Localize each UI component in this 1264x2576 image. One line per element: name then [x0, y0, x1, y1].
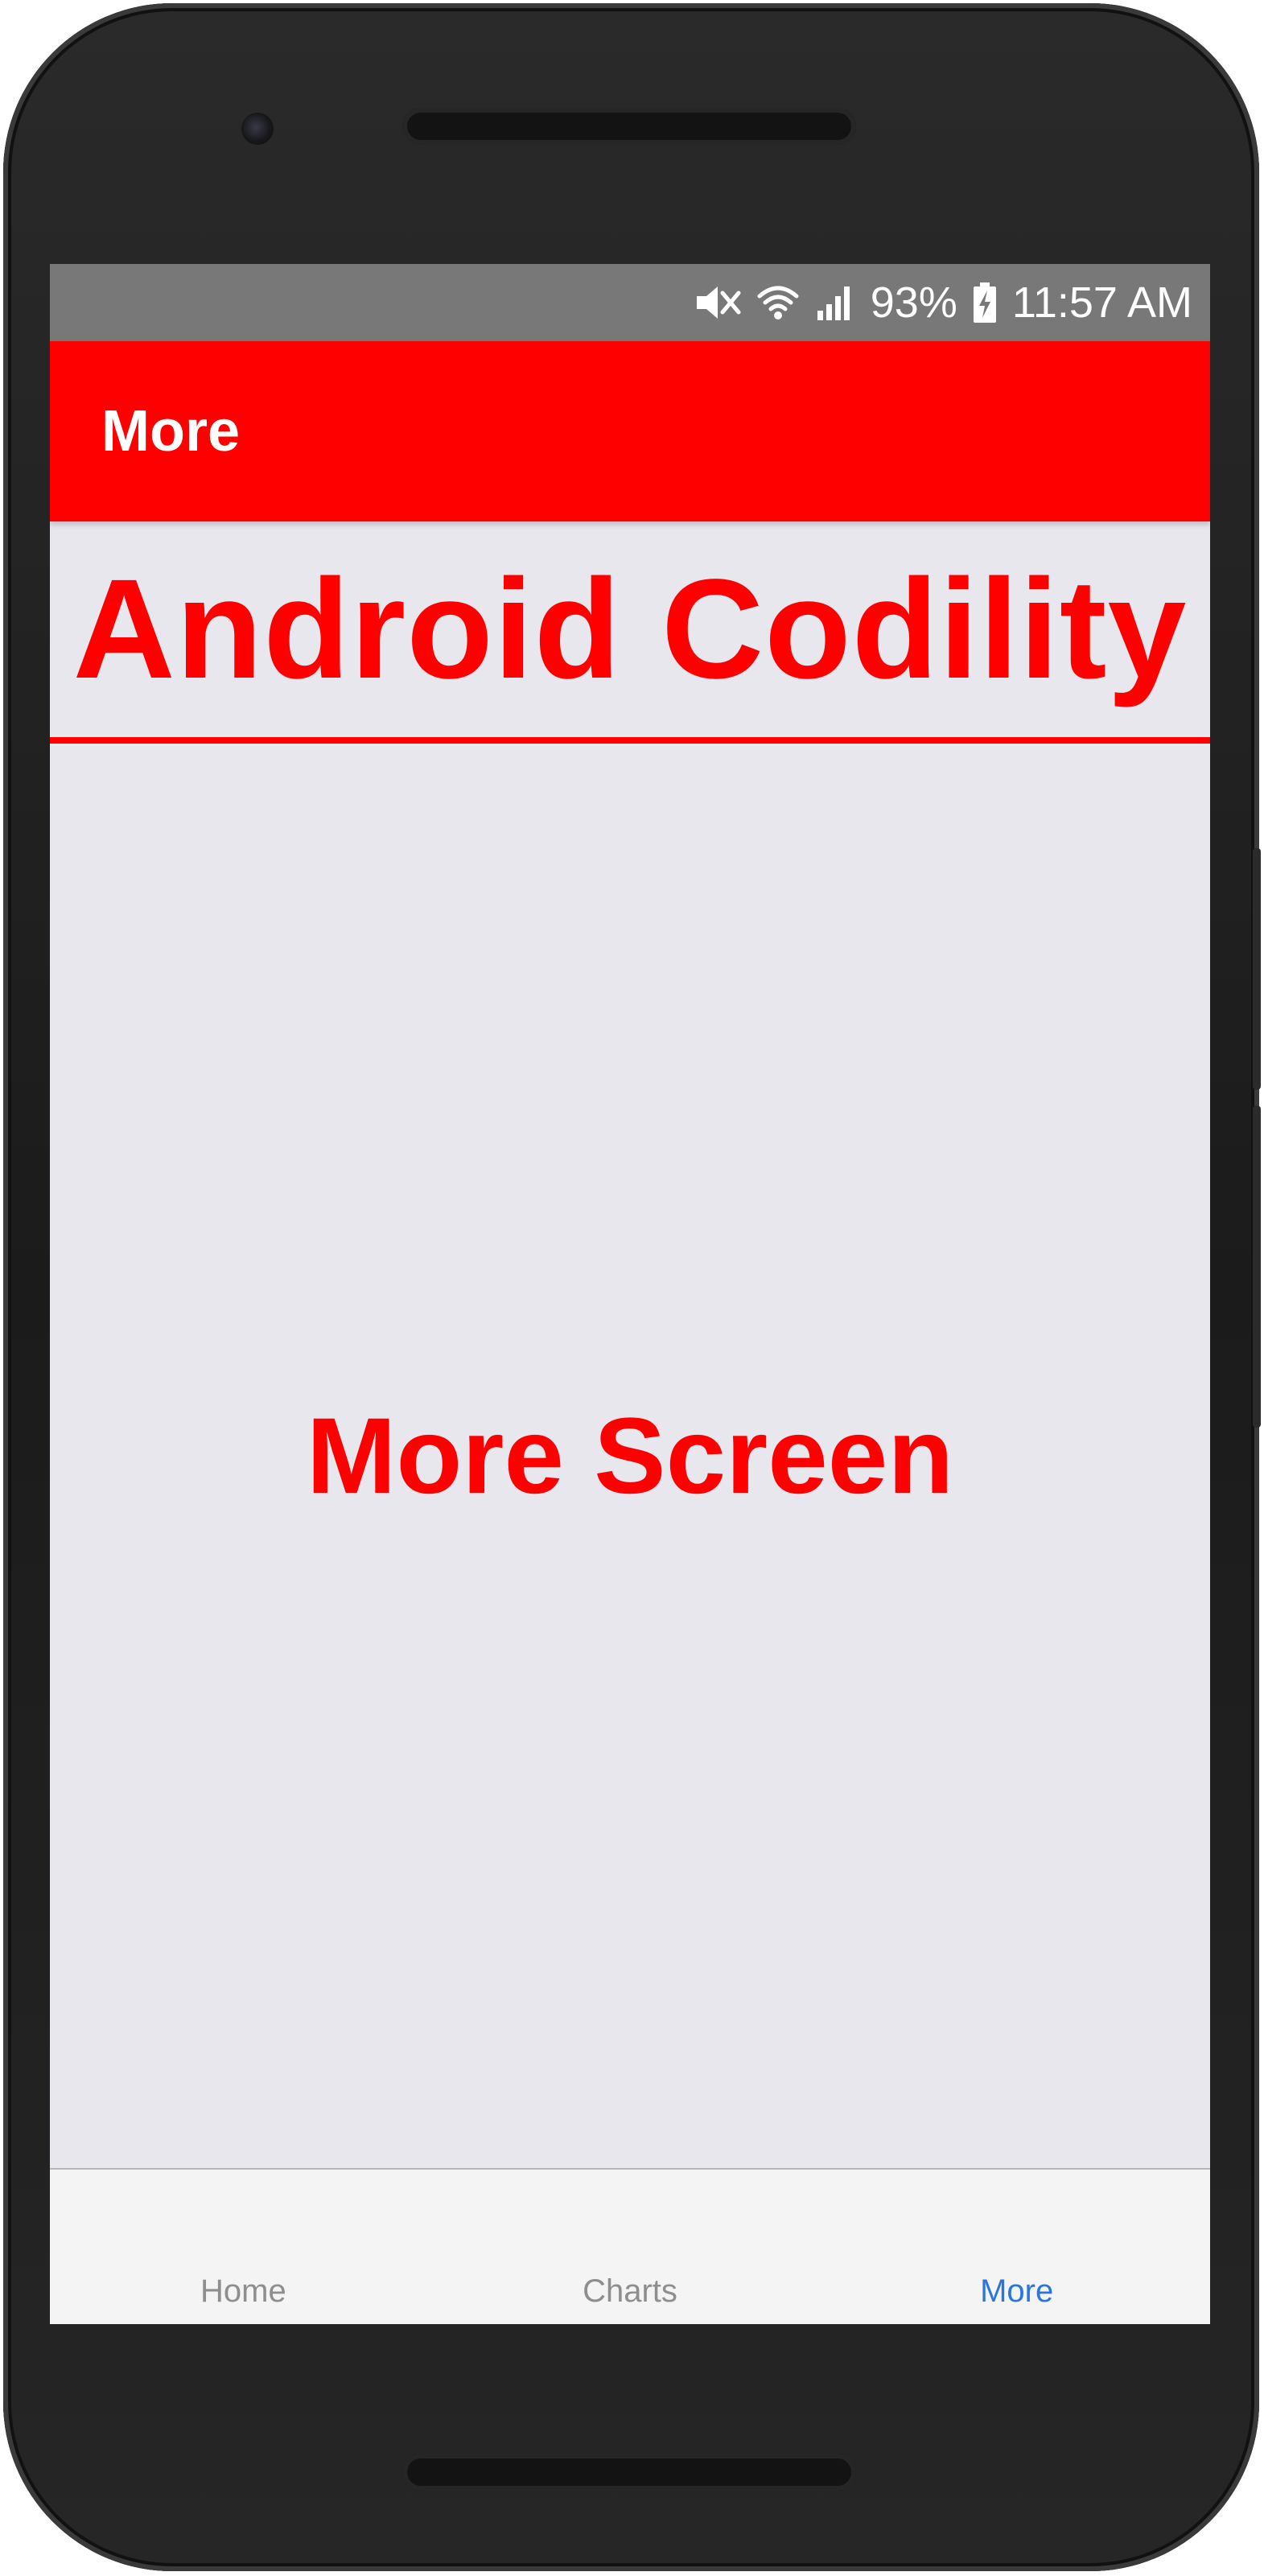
- tab-charts[interactable]: Charts: [437, 2170, 824, 2324]
- tab-more[interactable]: More: [823, 2170, 1210, 2324]
- top-speaker: [402, 108, 856, 145]
- front-camera: [241, 113, 274, 145]
- wifi-icon: [756, 282, 800, 324]
- tab-more-label: More: [980, 2273, 1054, 2309]
- screen-label: More Screen: [306, 1395, 954, 1516]
- tab-home[interactable]: Home: [50, 2170, 437, 2324]
- volume-button: [1253, 848, 1261, 1090]
- bottom-speaker: [402, 2454, 856, 2491]
- brand-header: Android Codility: [50, 521, 1210, 744]
- battery-charging-icon: [972, 281, 998, 324]
- power-button: [1253, 1106, 1261, 1428]
- status-bar: 93% 11:57 AM: [50, 264, 1210, 341]
- tab-home-label: Home: [200, 2273, 286, 2309]
- page-title: More: [101, 399, 241, 464]
- main-content: More Screen: [50, 744, 1210, 2168]
- bottom-tab-bar: Home Charts More: [50, 2168, 1210, 2324]
- battery-percent: 93%: [870, 278, 957, 327]
- tab-charts-label: Charts: [583, 2273, 677, 2309]
- phone-screen: 93% 11:57 AM More Android Codility More …: [50, 264, 1210, 2324]
- mute-icon: [694, 282, 742, 324]
- brand-title: Android Codility: [72, 550, 1188, 708]
- signal-icon: [814, 282, 856, 324]
- app-bar: More: [50, 341, 1210, 521]
- clock: 11:57 AM: [1011, 278, 1192, 327]
